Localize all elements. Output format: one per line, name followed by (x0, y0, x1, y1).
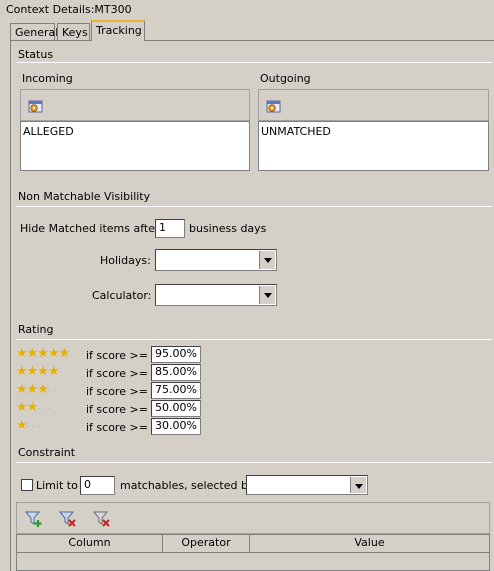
calculator-value (156, 285, 276, 291)
tab-keys[interactable]: Keys (57, 23, 90, 40)
star-rating-icon: ★★··· (16, 400, 53, 415)
outgoing-label: Outgoing (260, 72, 311, 85)
remove-filter-icon[interactable] (58, 510, 77, 527)
hide-days-input[interactable]: 1 (155, 219, 185, 238)
limit-label: Limit to (36, 479, 78, 492)
calculator-label: Calculator: (92, 289, 152, 302)
clear-filters-icon[interactable] (92, 510, 111, 527)
constraint-toolbar (16, 502, 490, 534)
incoming-status-value[interactable]: ALLEGED (23, 125, 74, 138)
window-title: Context Details:MT300 (6, 3, 132, 16)
visibility-divider (16, 206, 492, 207)
holidays-label: Holidays: (100, 254, 151, 267)
outgoing-status-value[interactable]: UNMATCHED (261, 125, 331, 138)
hide-matched-label: Hide Matched items after: (20, 222, 163, 235)
rating-score-label: if score >= (86, 367, 148, 380)
star-rating-icon: ★★★★· (16, 364, 64, 379)
holidays-value (156, 250, 276, 256)
constraint-heading: Constraint (18, 446, 76, 459)
rating-threshold-input[interactable]: 75.00% (151, 382, 201, 399)
rating-heading: Rating (18, 323, 54, 336)
limit-count-input[interactable]: 0 (80, 476, 115, 495)
rating-score-label: if score >= (86, 385, 148, 398)
rating-threshold-input[interactable]: 30.00% (151, 418, 201, 435)
column-header-column[interactable]: Column (17, 535, 163, 552)
limit-checkbox[interactable] (21, 479, 33, 491)
outgoing-status-list[interactable]: UNMATCHED (258, 121, 489, 171)
rating-divider (16, 339, 492, 340)
tab-tracking[interactable]: Tracking (91, 20, 145, 41)
selected-by-select[interactable] (246, 475, 368, 495)
selected-by-value (247, 476, 367, 480)
incoming-label: Incoming (22, 72, 73, 85)
rating-score-label: if score >= (86, 403, 148, 416)
holidays-select[interactable] (155, 249, 277, 271)
selected-by-label: matchables, selected by: (120, 479, 258, 492)
rating-row: ★★★·· if score >= 75.00% (16, 382, 216, 400)
calculator-select[interactable] (155, 284, 277, 306)
settings-icon[interactable] (28, 98, 46, 114)
rating-score-label: if score >= (86, 421, 148, 434)
column-header-operator[interactable]: Operator (163, 535, 250, 552)
rating-row: ★★★★· if score >= 85.00% (16, 364, 216, 382)
status-heading: Status (18, 48, 54, 61)
star-rating-icon: ★★★★★ (16, 346, 70, 361)
rating-threshold-input[interactable]: 85.00% (151, 364, 201, 381)
chevron-down-icon[interactable] (259, 251, 275, 269)
rating-row: ★★★★★ if score >= 95.00% (16, 346, 216, 364)
star-rating-icon: ★★★·· (16, 382, 59, 397)
incoming-toolbar (20, 89, 250, 121)
add-filter-icon[interactable] (24, 510, 43, 527)
outgoing-toolbar (258, 89, 489, 121)
visibility-heading: Non Matchable Visibility (18, 190, 151, 203)
constraint-divider (16, 462, 492, 463)
rating-row: ★★··· if score >= 50.00% (16, 400, 216, 418)
column-header-value[interactable]: Value (250, 535, 489, 552)
chevron-down-icon[interactable] (259, 286, 275, 304)
rating-row: ★···· if score >= 30.00% (16, 418, 216, 436)
star-rating-icon: ★···· (16, 418, 48, 433)
rating-score-label: if score >= (86, 349, 148, 362)
tab-general[interactable]: General (10, 23, 58, 40)
incoming-status-list[interactable]: ALLEGED (20, 121, 250, 171)
chevron-down-icon[interactable] (350, 477, 366, 493)
settings-icon[interactable] (266, 98, 284, 114)
rating-threshold-input[interactable]: 50.00% (151, 400, 201, 417)
table-header-divider (17, 552, 489, 553)
status-divider (16, 62, 492, 63)
constraint-table[interactable]: Column Operator Value (16, 534, 490, 571)
business-days-label: business days (189, 222, 267, 235)
rating-threshold-input[interactable]: 95.00% (151, 346, 201, 363)
